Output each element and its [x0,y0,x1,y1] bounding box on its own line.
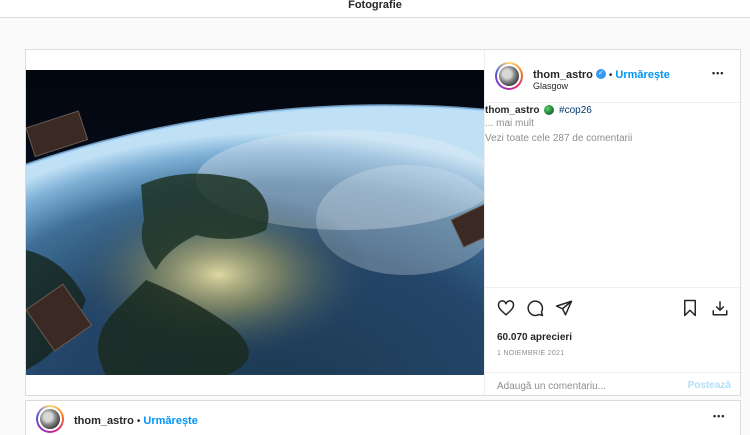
avatar-image [499,66,519,86]
post-photo[interactable] [26,70,484,375]
comment-input[interactable] [497,377,677,395]
bookmark-icon[interactable] [682,299,698,317]
separator-dot: • [608,70,613,81]
location-link[interactable]: Glasgow [533,81,568,91]
globe-emoji-icon [544,105,555,116]
heart-icon[interactable] [497,299,515,317]
post-comment-button[interactable]: Postează [688,380,731,391]
next-post-follow-button[interactable]: Urmărește [143,415,197,427]
view-comments-link[interactable]: Vezi toate cele 287 de comentarii [485,133,743,144]
comment-icon[interactable] [526,299,544,317]
top-bar: Fotografie [0,0,750,18]
share-icon[interactable] [555,299,573,317]
hashtag-link[interactable]: #cop26 [559,105,592,116]
download-icon[interactable] [710,299,730,317]
avatar[interactable] [495,62,523,90]
post-card: thom_astro ✓ • Urmărește Glasgow ••• thom_a… [25,49,743,397]
likes-count[interactable]: 60.070 aprecieri [497,332,572,343]
caption: thom_astro #cop26 ... mai mult Vezi toat… [485,105,743,144]
follow-button[interactable]: Urmărește [615,69,669,81]
next-post-more-options-icon[interactable]: ••• [713,411,725,421]
next-post-card: thom_astro • Urmărește ••• [25,400,741,435]
verified-badge-icon: ✓ [595,68,606,79]
earth-from-space-image [26,70,484,375]
post-header: thom_astro ✓ • Urmărește Glasgow ••• [485,50,743,103]
separator-dot: • [136,416,141,427]
more-link[interactable]: ... mai mult [485,118,743,129]
page-title: Fotografie [348,0,402,11]
comment-box: Postează [485,372,743,398]
next-post-username[interactable]: thom_astro [74,415,134,427]
more-options-icon[interactable]: ••• [712,68,724,78]
post-sidebar: thom_astro ✓ • Urmărește Glasgow ••• thom_a… [484,50,743,397]
username-link[interactable]: thom_astro [533,69,593,81]
avatar-image [40,409,60,429]
post-actions: 60.070 aprecieri 1 NOIEMBRIE 2021 Postea… [485,287,743,397]
post-date[interactable]: 1 NOIEMBRIE 2021 [497,350,564,357]
caption-username[interactable]: thom_astro [485,105,539,116]
next-post-avatar[interactable] [36,405,64,433]
